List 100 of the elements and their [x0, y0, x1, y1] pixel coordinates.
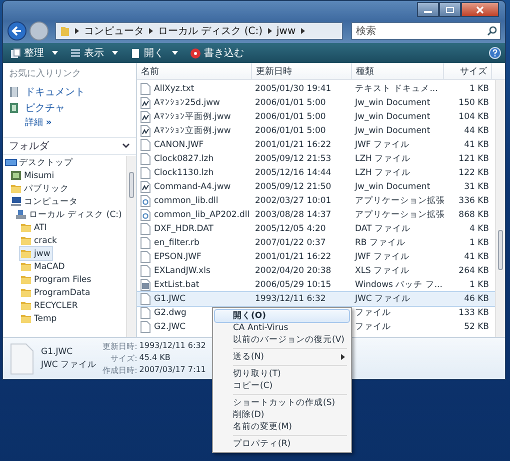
toolbar-button[interactable]: 表示 — [67, 46, 121, 60]
search-field[interactable]: 検索 — [351, 22, 501, 40]
size-cell: 1 KB — [469, 238, 489, 248]
file-icon — [140, 293, 151, 305]
favorite-link[interactable]: ピクチャ — [9, 100, 65, 116]
breadcrumb[interactable]: ローカル ディスク (C:) — [158, 24, 263, 38]
pages-icon — [10, 48, 21, 58]
folder-icon — [10, 183, 22, 194]
size-cell: 150 KB — [458, 98, 489, 108]
folder-tree-item[interactable]: Program Files — [20, 273, 94, 286]
file-icon — [140, 265, 151, 277]
file-type: JWC ファイル — [41, 358, 97, 370]
type-cell: ファイル — [355, 321, 391, 333]
folder-tree-item[interactable]: jww — [20, 247, 52, 260]
menu-item[interactable]: ショートカットの作成(S) — [215, 397, 349, 409]
toolbar-button[interactable]: 整理 — [7, 46, 61, 60]
toolbar-button[interactable]: 書き込む — [187, 46, 247, 60]
menu-item[interactable]: 削除(D) — [215, 409, 349, 421]
document-icon — [130, 48, 141, 58]
type-cell: ファイル — [355, 307, 391, 319]
folder-tree-item[interactable]: Misumi — [10, 169, 56, 182]
column-header[interactable]: 名前 — [137, 63, 252, 79]
breadcrumb[interactable]: jww — [276, 26, 296, 36]
file-icon — [140, 181, 151, 193]
favorite-link[interactable]: ドキュメント — [9, 84, 85, 100]
toolbar-button[interactable]: 開く — [127, 46, 181, 60]
column-header[interactable]: 更新日時 — [252, 63, 352, 79]
type-cell: XLS ファイル — [355, 265, 410, 277]
desktop-icon — [5, 157, 17, 168]
field-value: 1993/12/11 6:32 — [139, 341, 206, 352]
file-name: G1.JWC — [154, 294, 186, 304]
menu-item[interactable]: 開く(O) — [215, 310, 349, 322]
maximize-button[interactable] — [439, 2, 461, 17]
size-cell: 336 KB — [458, 196, 489, 206]
search-icon — [487, 26, 497, 36]
date-cell: 2006/01/01 5:00 — [255, 98, 326, 108]
folder-tree-item[interactable]: ATI — [20, 221, 49, 234]
type-cell: Windows バッチ フ... — [355, 279, 442, 291]
help-button[interactable] — [489, 47, 501, 59]
user-folder-icon — [10, 170, 22, 181]
folder-tree-item[interactable]: crack — [20, 234, 59, 247]
folder-tree-item[interactable]: コンピュータ — [10, 195, 80, 208]
more-link[interactable]: 詳細 » — [25, 116, 52, 132]
folder-tree-item[interactable]: デスクトップ — [5, 156, 75, 169]
folder-tree-item[interactable]: Temp — [20, 312, 59, 325]
date-cell: 1993/12/11 6:32 — [255, 294, 326, 304]
scrollbar[interactable] — [495, 80, 505, 337]
column-header[interactable]: サイズ — [444, 63, 492, 79]
menu-item[interactable]: コピー(C) — [215, 380, 349, 392]
type-cell: Jw_win Document — [355, 112, 430, 122]
file-name: G2.dwg — [154, 308, 186, 318]
file-icon — [9, 342, 35, 374]
menu-item[interactable]: 切り取り(T) — [215, 368, 349, 380]
file-icon — [140, 321, 151, 333]
file-icon — [140, 111, 151, 123]
date-cell: 2005/09/12 21:50 — [255, 182, 332, 192]
back-button[interactable] — [7, 21, 27, 41]
menu-item[interactable]: CA Anti-Virus — [215, 322, 349, 334]
file-icon — [140, 251, 151, 263]
column-header[interactable]: 種類 — [352, 63, 444, 79]
date-cell: 2002/04/20 20:38 — [255, 266, 332, 276]
file-name: ExtList.bat — [154, 280, 200, 290]
section-heading[interactable]: フォルダ — [3, 137, 136, 155]
file-name: CANON.JWF — [154, 140, 204, 150]
breadcrumb[interactable]: コンピュータ — [84, 24, 144, 38]
circle-icon — [29, 21, 49, 41]
file-name: Aﾏﾝｼｮﾝ立面例.jww — [154, 125, 231, 137]
date-cell: 2006/01/01 5:00 — [255, 112, 326, 122]
size-cell: 133 KB — [458, 308, 489, 318]
address-bar[interactable]: コンピュータ ローカル ディスク (C:) jww — [55, 22, 343, 40]
chevron-icon — [75, 28, 79, 34]
folder-tree-item[interactable]: RECYCLER — [20, 299, 80, 312]
folder-icon — [20, 287, 32, 298]
type-cell: アプリケーション拡張 — [355, 209, 445, 221]
date-cell: 2007/01/22 0:37 — [255, 238, 326, 248]
file-name: AllXyz.txt — [154, 84, 194, 94]
close-button[interactable] — [461, 2, 499, 17]
type-cell: アプリケーション拡張 — [355, 195, 445, 207]
folder-tree-item[interactable]: MaCAD — [20, 260, 67, 273]
minimize-button[interactable] — [417, 2, 439, 17]
file-name: common_lib.dll — [154, 196, 218, 206]
file-icon — [140, 195, 151, 207]
folder-tree-item[interactable]: ローカル ディスク (C:) — [15, 208, 124, 221]
menu-item[interactable]: プロパティ(R) — [215, 438, 349, 450]
folder-tree-item[interactable]: ProgramData — [20, 286, 92, 299]
file-icon — [140, 209, 151, 221]
file-name: Clock0827.lzh — [154, 154, 214, 164]
file-name: EXLandJW.xls — [154, 266, 210, 276]
size-cell: 41 KB — [464, 140, 489, 150]
file-name: en_filter.rb — [154, 238, 200, 248]
menu-item[interactable]: 名前の変更(M) — [215, 421, 349, 433]
file-icon — [140, 307, 151, 319]
folder-icon — [20, 222, 32, 233]
folder-icon — [60, 25, 70, 37]
menu-item[interactable]: 以前のバージョンの復元(V) — [215, 334, 349, 346]
menu-item[interactable]: 送る(N) — [215, 351, 349, 363]
folder-tree-item[interactable]: パブリック — [10, 182, 71, 195]
file-name: Clock1130.lzh — [154, 168, 214, 178]
date-cell: 2005/09/12 21:53 — [255, 154, 332, 164]
scrollbar[interactable] — [126, 156, 136, 337]
